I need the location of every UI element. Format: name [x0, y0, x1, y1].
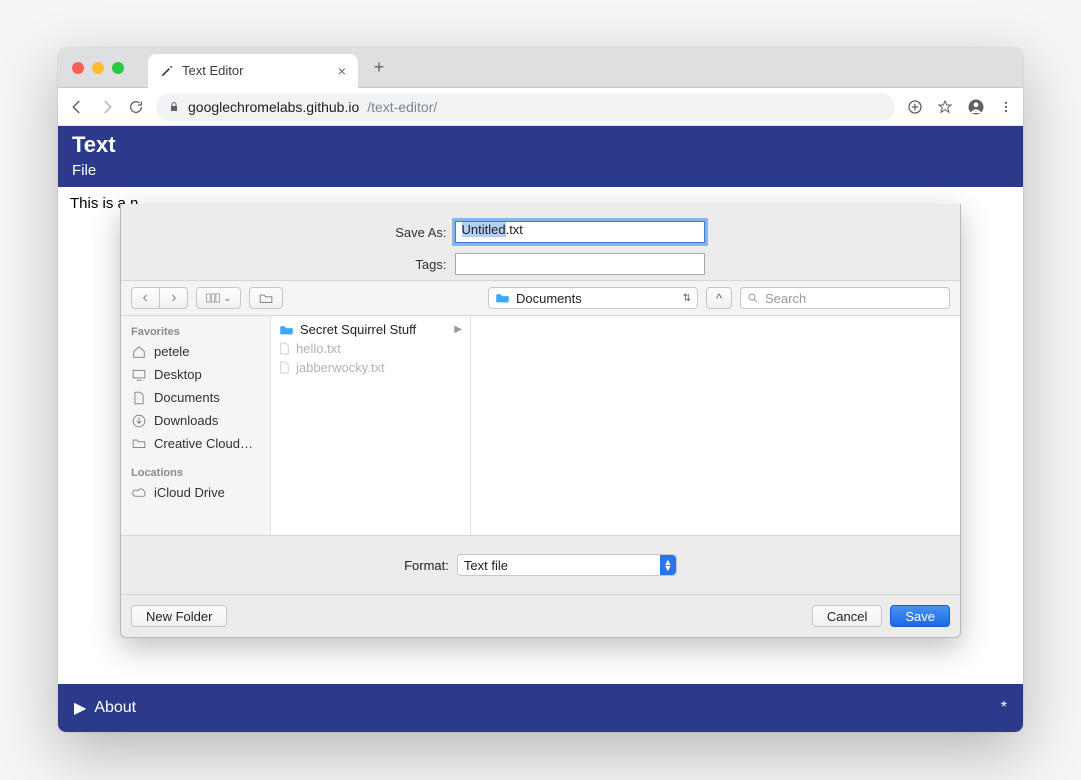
save-button[interactable]: Save — [890, 605, 950, 627]
file-name: Secret Squirrel Stuff — [300, 322, 416, 337]
sidebar-item-desktop[interactable]: Desktop — [121, 363, 270, 386]
traffic-lights — [58, 62, 138, 74]
reload-button[interactable] — [128, 99, 144, 115]
titlebar: Text Editor × + — [58, 48, 1023, 88]
app-footer: ▶ About * — [58, 684, 1023, 732]
current-folder-label: Documents — [516, 291, 582, 306]
pencil-icon — [160, 64, 174, 78]
sidebar-item-label: petele — [154, 344, 189, 359]
collapse-button[interactable]: ^ — [706, 287, 732, 309]
home-icon — [131, 345, 147, 359]
url-domain: googlechromelabs.github.io — [188, 99, 359, 115]
tab-title: Text Editor — [182, 63, 243, 78]
format-select[interactable]: Text file ▲▼ — [457, 554, 677, 576]
close-window-button[interactable] — [72, 62, 84, 74]
sidebar-item-label: Documents — [154, 390, 220, 405]
favorites-header: Favorites — [121, 322, 270, 340]
browser-actions — [907, 98, 1013, 116]
folder-icon — [279, 324, 294, 336]
select-arrows-icon: ▲▼ — [660, 555, 676, 575]
file-column-2 — [471, 316, 960, 535]
menu-icon[interactable] — [999, 100, 1013, 114]
bookmark-icon[interactable] — [937, 99, 953, 115]
file-name: jabberwocky.txt — [296, 360, 385, 375]
chevron-right-icon: ▶ — [454, 324, 462, 335]
nav-back-forward[interactable] — [131, 287, 188, 309]
sidebar-item-label: Downloads — [154, 413, 218, 428]
browser-toolbar: googlechromelabs.github.io/text-editor/ — [58, 88, 1023, 126]
download-icon — [131, 414, 147, 428]
url-path: /text-editor/ — [367, 99, 437, 115]
updown-icon: ⇅ — [683, 293, 691, 304]
format-label: Format: — [404, 558, 449, 573]
file-item-folder[interactable]: Secret Squirrel Stuff ▶ — [271, 320, 470, 339]
install-app-icon[interactable] — [907, 99, 923, 115]
minimize-window-button[interactable] — [92, 62, 104, 74]
format-value: Text file — [464, 558, 508, 573]
sidebar-item-label: Desktop — [154, 367, 202, 382]
file-item[interactable]: hello.txt — [271, 339, 470, 358]
nav-forward-icon[interactable] — [159, 288, 187, 308]
file-menu[interactable]: File — [72, 162, 1009, 179]
sidebar: Favorites petele Desktop Documents — [121, 316, 271, 535]
folder-icon — [495, 292, 510, 304]
search-placeholder: Search — [765, 291, 806, 306]
lock-icon — [168, 101, 180, 113]
folder-icon — [131, 438, 147, 449]
doc-icon — [131, 391, 147, 405]
new-folder-button[interactable]: New Folder — [131, 605, 227, 627]
file-icon — [279, 361, 290, 374]
cloud-icon — [131, 487, 147, 498]
profile-icon[interactable] — [967, 98, 985, 116]
filename-selected-part: Untitled — [462, 222, 506, 237]
browser-window: Text Editor × + googlechromelabs.github.… — [58, 48, 1023, 732]
close-tab-button[interactable]: × — [338, 63, 346, 79]
file-name: hello.txt — [296, 341, 341, 356]
locations-header: Locations — [121, 463, 270, 481]
search-icon — [747, 292, 759, 304]
new-tab-button[interactable]: + — [364, 57, 394, 78]
sidebar-item-label: Creative Cloud… — [154, 436, 253, 451]
file-item[interactable]: jabberwocky.txt — [271, 358, 470, 377]
dialog-buttons: New Folder Cancel Save — [121, 595, 960, 637]
app-title: Text — [72, 132, 1009, 158]
group-button[interactable] — [249, 287, 283, 309]
file-icon — [279, 342, 290, 355]
disclosure-icon[interactable]: ▶ — [74, 698, 86, 718]
cancel-button[interactable]: Cancel — [812, 605, 882, 627]
maximize-window-button[interactable] — [112, 62, 124, 74]
dialog-toolbar: ⌄ Documents ⇅ ^ Search — [121, 280, 960, 316]
tags-label: Tags: — [377, 257, 447, 272]
desktop-icon — [131, 369, 147, 381]
back-button[interactable] — [68, 98, 86, 116]
forward-button[interactable] — [98, 98, 116, 116]
save-as-label: Save As: — [377, 225, 447, 240]
nav-back-icon[interactable] — [132, 288, 159, 308]
app-header: Text File — [58, 126, 1023, 187]
location-popup[interactable]: Documents ⇅ — [488, 287, 698, 309]
page-viewport: Text File This is a n ▶ About * Save As:… — [58, 126, 1023, 732]
tags-input[interactable] — [455, 253, 705, 275]
file-browser: Favorites petele Desktop Documents — [121, 316, 960, 536]
filename-input[interactable]: Untitled.txt — [455, 221, 705, 243]
sidebar-item-label: iCloud Drive — [154, 485, 225, 500]
sidebar-item-icloud[interactable]: iCloud Drive — [121, 481, 270, 504]
browser-tab[interactable]: Text Editor × — [148, 54, 358, 88]
address-bar[interactable]: googlechromelabs.github.io/text-editor/ — [156, 93, 895, 121]
sidebar-item-home[interactable]: petele — [121, 340, 270, 363]
columns-icon: ⌄ — [197, 288, 240, 308]
format-row: Format: Text file ▲▼ — [121, 536, 960, 595]
about-label[interactable]: About — [94, 699, 136, 717]
view-mode-button[interactable]: ⌄ — [196, 287, 241, 309]
search-box[interactable]: Search — [740, 287, 950, 309]
file-column-1: Secret Squirrel Stuff ▶ hello.txt jabber… — [271, 316, 471, 535]
sidebar-item-downloads[interactable]: Downloads — [121, 409, 270, 432]
filename-ext: .txt — [506, 222, 523, 237]
sidebar-item-creative-cloud[interactable]: Creative Cloud… — [121, 432, 270, 455]
sidebar-item-documents[interactable]: Documents — [121, 386, 270, 409]
folder-group-icon — [250, 288, 282, 308]
save-dialog: Save As: Untitled.txt Tags: ⌄ — [120, 204, 961, 638]
modified-indicator: * — [1001, 699, 1007, 717]
